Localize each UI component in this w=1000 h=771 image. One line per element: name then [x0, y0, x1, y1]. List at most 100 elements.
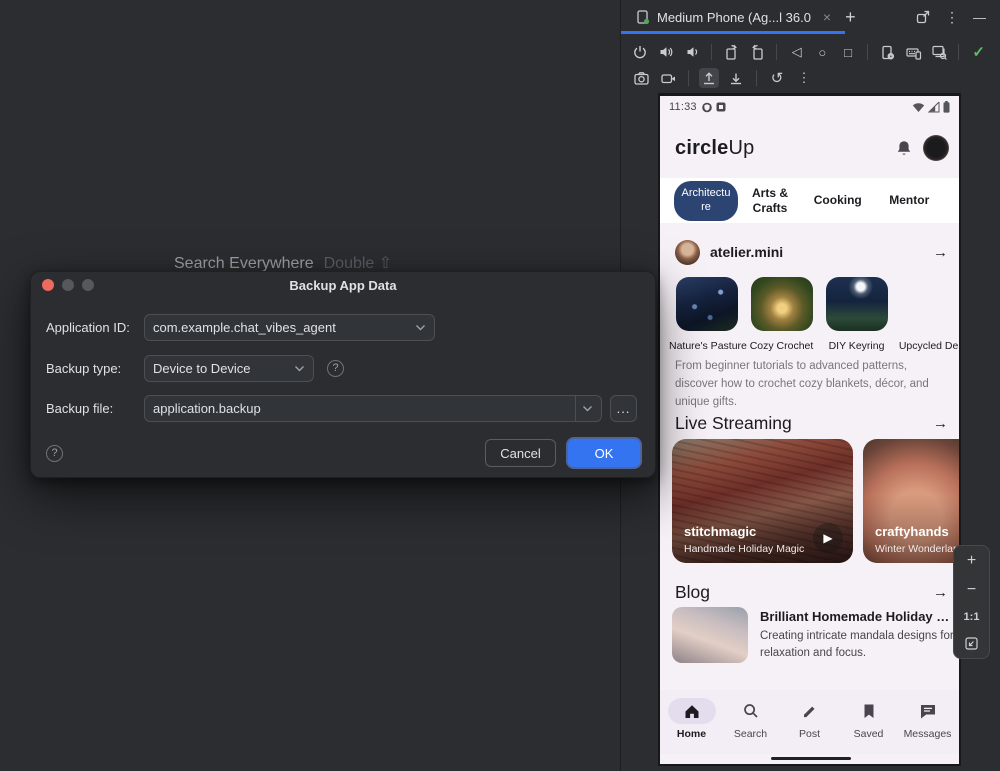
android-back-icon[interactable]: ◁	[787, 42, 806, 62]
backup-upload-icon[interactable]	[699, 68, 719, 88]
close-tab-icon[interactable]: ×	[823, 9, 831, 25]
notification-app-icon	[716, 102, 726, 112]
rotate-right-icon[interactable]	[748, 42, 767, 62]
blog-arrow-icon[interactable]: →	[933, 584, 948, 601]
rotate-left-icon[interactable]	[722, 42, 741, 62]
nav-item-post[interactable]: Post	[781, 698, 839, 740]
dialog-footer: ? Cancel OK	[46, 438, 640, 468]
blog-title: Blog	[675, 582, 710, 603]
nav-label: Messages	[904, 728, 952, 740]
play-icon[interactable]: ▶	[813, 523, 843, 553]
blog-post-thumbnail	[672, 607, 748, 663]
profile-avatar[interactable]	[923, 135, 949, 161]
creator-section-header[interactable]: atelier.mini →	[675, 238, 948, 266]
stream-subtitle: Winter Wonderland	[875, 543, 961, 555]
emulator-toolbar-row-2: ↺ ⋮	[631, 66, 994, 90]
toolbar-separator	[711, 44, 712, 60]
nav-item-saved[interactable]: Saved	[840, 698, 898, 740]
android-overview-icon[interactable]: □	[839, 42, 858, 62]
creator-avatar	[675, 240, 700, 265]
thumbnail-natures-pasture[interactable]	[676, 277, 738, 331]
toolbar-separator	[776, 44, 777, 60]
virtual-input-icon[interactable]	[904, 42, 923, 62]
blog-post[interactable]: Brilliant Homemade Holiday … Creating in…	[672, 607, 961, 667]
thumbnail-cozy-crochet[interactable]	[751, 277, 813, 331]
nav-item-search[interactable]: Search	[722, 698, 780, 740]
combo-divider	[575, 396, 576, 421]
emulator-device-tab[interactable]: Medium Phone (Ag...l 36.0 ×	[631, 0, 835, 34]
live-streaming-title: Live Streaming	[675, 413, 792, 434]
message-icon	[919, 703, 937, 720]
screenshot-camera-icon[interactable]	[631, 68, 651, 88]
close-window-button[interactable]	[42, 279, 54, 291]
pencil-icon	[801, 703, 818, 720]
stream-card-craftyhands[interactable]: craftyhands Winter Wonderland	[863, 439, 961, 563]
restore-download-icon[interactable]	[726, 68, 746, 88]
phone-status-bar: 11:33	[660, 96, 959, 118]
gesture-handle[interactable]	[771, 757, 851, 760]
device-tab-title: Medium Phone (Ag...l 36.0	[657, 10, 811, 25]
tab-architecture[interactable]: Architecture	[674, 181, 738, 221]
ok-button[interactable]: OK	[568, 439, 640, 467]
creator-arrow-icon[interactable]: →	[933, 244, 948, 261]
fit-to-window-icon[interactable]	[964, 636, 979, 651]
status-time: 11:33	[669, 101, 697, 113]
shortcut-keys-hint: Double ⇧	[324, 255, 393, 272]
zoom-in-button[interactable]: +	[967, 553, 976, 569]
volume-down-icon[interactable]	[682, 42, 701, 62]
open-in-window-icon[interactable]	[915, 9, 931, 25]
stream-card-stitchmagic[interactable]: stitchmagic Handmade Holiday Magic ▶	[672, 439, 853, 563]
app-title: circleUp	[675, 137, 754, 160]
backup-type-help-icon[interactable]: ?	[327, 360, 344, 377]
tab-arts-crafts[interactable]: Arts & Crafts	[738, 186, 802, 216]
backup-type-dropdown[interactable]: Device to Device	[144, 355, 314, 382]
dialog-help-icon[interactable]: ?	[46, 445, 63, 462]
snapshot-reset-icon[interactable]: ↺	[767, 68, 787, 88]
creator-description: From beginner tutorials to advanced patt…	[675, 358, 947, 411]
thumbnail-diy-keyring[interactable]	[826, 277, 888, 331]
nav-active-pill	[668, 698, 716, 724]
nav-item-messages[interactable]: Messages	[899, 698, 957, 740]
backup-file-combobox[interactable]: application.backup	[144, 395, 602, 422]
emulator-tool-window: Medium Phone (Ag...l 36.0 × + ⋮ —	[620, 0, 1000, 771]
screen-record-icon[interactable]	[658, 68, 678, 88]
new-tab-icon[interactable]: +	[845, 7, 856, 28]
search-everywhere-hint: Search Everywhere	[174, 255, 314, 272]
app-header: circleUp	[660, 126, 959, 170]
minimize-icon[interactable]: —	[973, 10, 986, 25]
minimize-window-button[interactable]	[62, 279, 74, 291]
android-home-icon[interactable]: ○	[813, 42, 832, 62]
chevron-down-icon	[294, 365, 305, 372]
notifications-bell-icon[interactable]	[895, 139, 913, 158]
tool-window-options-icon[interactable]: ⋮	[945, 9, 959, 26]
nav-item-home[interactable]: Home	[663, 698, 721, 740]
emulator-toolbar-row-1: ◁ ○ □ ✓	[631, 40, 994, 64]
toolbar-overflow-icon[interactable]: ⋮	[794, 68, 814, 88]
layout-inspector-icon[interactable]	[930, 42, 949, 62]
chevron-down-icon	[582, 405, 593, 412]
app-title-light: Up	[728, 137, 754, 159]
tab-mentor[interactable]: Mentor	[874, 193, 946, 208]
blog-post-description: Creating intricate mandala designs for r…	[760, 628, 961, 663]
power-button-icon[interactable]	[631, 42, 650, 62]
maximize-window-button[interactable]	[82, 279, 94, 291]
cancel-button[interactable]: Cancel	[485, 439, 556, 467]
stream-subtitle: Handmade Holiday Magic	[684, 543, 804, 555]
live-streaming-header: Live Streaming →	[675, 411, 948, 435]
browse-file-button[interactable]: ...	[610, 395, 637, 422]
application-id-dropdown[interactable]: com.example.chat_vibes_agent	[144, 314, 435, 341]
category-tabs: Architecture Arts & Crafts Cooking Mento…	[660, 178, 959, 223]
backup-file-label: Backup file:	[46, 401, 144, 416]
tab-cooking[interactable]: Cooking	[802, 193, 874, 208]
thumb-label: Nature's Pasture	[669, 340, 744, 352]
apply-check-icon[interactable]: ✓	[969, 42, 988, 62]
device-settings-icon[interactable]	[878, 42, 897, 62]
live-streaming-arrow-icon[interactable]: →	[933, 415, 948, 432]
volume-up-icon[interactable]	[657, 42, 676, 62]
thumb-label: Cozy Crochet	[744, 340, 819, 352]
stream-name: craftyhands	[875, 524, 949, 539]
nav-label: Saved	[854, 728, 884, 740]
toolbar-separator	[756, 70, 757, 86]
zoom-out-button[interactable]: −	[967, 582, 976, 598]
backup-file-row: Backup file: application.backup ...	[46, 394, 637, 422]
